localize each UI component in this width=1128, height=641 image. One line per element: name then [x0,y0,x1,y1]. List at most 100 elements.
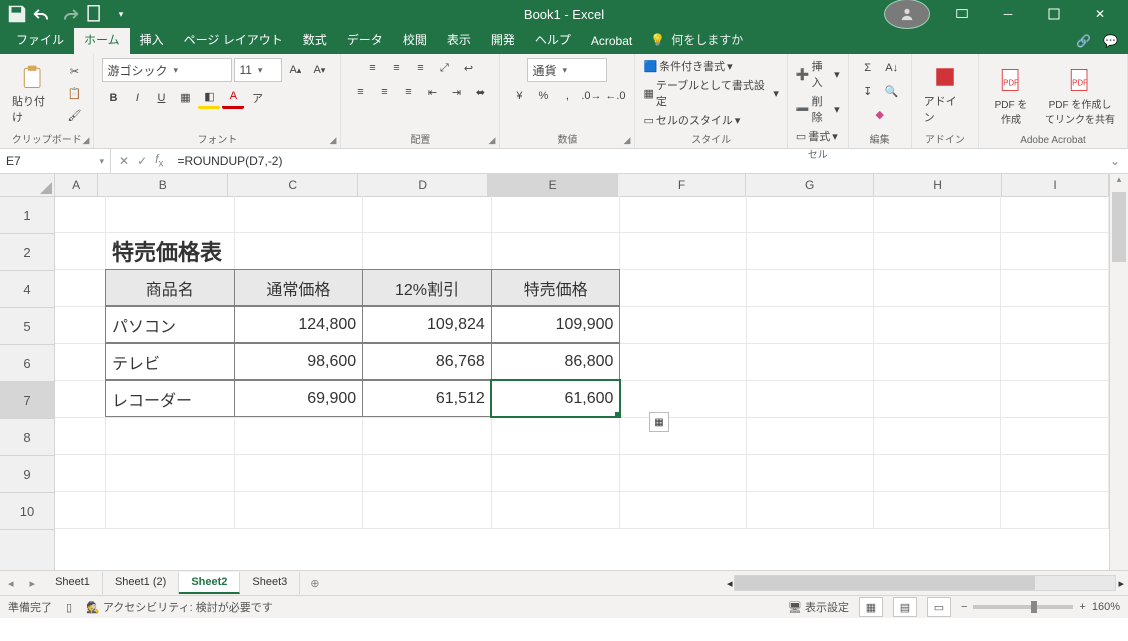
align-left-icon[interactable]: ≡ [349,82,371,102]
autofill-options-icon[interactable]: ▦ [649,412,669,432]
cell[interactable]: 86,768 [362,343,492,380]
user-avatar-icon[interactable] [884,0,930,29]
col-header-C[interactable]: C [228,174,358,196]
tab-data[interactable]: データ [337,26,393,54]
pdf-create-button[interactable]: PDFPDF を作成 [987,64,1035,128]
format-cells-button[interactable]: ▭書式 ▾ [796,128,838,144]
fill-color-icon[interactable]: ◧ [198,86,220,109]
macro-record-icon[interactable]: ▯ [66,601,72,614]
col-header-G[interactable]: G [746,174,874,196]
row-header-4[interactable]: 4 [0,271,54,308]
addin-button[interactable]: アドイン [920,61,970,127]
increase-decimal-icon[interactable]: .0→ [580,86,602,106]
close-button[interactable]: ✕ [1078,0,1122,28]
sheet-nav-next-icon[interactable]: ▸ [22,577,44,590]
fx-icon[interactable]: fx [155,152,163,169]
clipboard-launcher-icon[interactable]: ◢ [83,135,90,146]
sheet-tab[interactable]: Sheet3 [240,572,300,594]
redo-icon[interactable] [58,3,80,25]
tab-file[interactable]: ファイル [6,26,74,54]
font-color-icon[interactable]: A [222,86,244,109]
cell[interactable]: 69,900 [234,380,364,417]
clear-icon[interactable]: ◆ [869,104,891,124]
cell[interactable]: 98,600 [234,343,364,380]
bold-button[interactable]: B [102,88,124,108]
ribbon-display-icon[interactable] [940,0,984,28]
formula-input[interactable]: =ROUNDUP(D7,-2) [171,154,1101,168]
accessibility-status[interactable]: 🕵 アクセシビリティ: 検討が必要です [86,599,273,615]
align-bottom-icon[interactable]: ≡ [409,58,431,78]
horizontal-scrollbar[interactable] [734,575,1116,591]
sheet-tab[interactable]: Sheet2 [179,572,240,594]
tab-home[interactable]: ホーム [74,26,130,54]
align-right-icon[interactable]: ≡ [397,82,419,102]
tab-acrobat[interactable]: Acrobat [581,29,642,54]
cell[interactable]: 124,800 [234,306,364,343]
row-header-8[interactable]: 8 [0,419,54,456]
hscroll-right-icon[interactable]: ▸ [1118,577,1124,590]
col-header-E[interactable]: E [488,174,618,196]
cell[interactable]: パソコン [105,306,235,343]
number-launcher-icon[interactable]: ◢ [624,135,631,146]
cell[interactable]: 109,824 [362,306,492,343]
view-layout-icon[interactable]: ▤ [893,597,917,617]
vertical-scrollbar[interactable]: ▴ [1109,174,1128,570]
sheet-tab[interactable]: Sheet1 [43,572,103,594]
cell[interactable]: 109,900 [491,306,621,343]
minimize-button[interactable]: ─ [986,0,1030,28]
tab-layout[interactable]: ページ レイアウト [174,26,293,54]
phonetic-icon[interactable]: ア [246,88,268,108]
increase-font-icon[interactable]: A▴ [284,60,306,80]
sheet-tab[interactable]: Sheet1 (2) [103,572,179,594]
new-icon[interactable] [84,3,106,25]
indent-dec-icon[interactable]: ⇤ [421,82,443,102]
find-icon[interactable]: 🔍 [881,81,903,101]
cell[interactable]: 86,800 [491,343,621,380]
sheet-nav-prev-icon[interactable]: ◂ [0,577,22,590]
enter-formula-icon[interactable]: ✓ [137,154,147,168]
font-name-combo[interactable]: 游ゴシック▾ [102,58,232,82]
hscroll-thumb[interactable] [735,576,1035,590]
row-header-10[interactable]: 10 [0,493,54,530]
comma-icon[interactable]: , [556,86,578,106]
cell[interactable]: レコーダー [105,380,235,417]
row-header-9[interactable]: 9 [0,456,54,493]
sort-filter-icon[interactable]: A↓ [881,58,903,78]
share-button[interactable]: 🔗 [1076,34,1091,48]
display-settings-button[interactable]: 🖥 表示設定 [788,599,849,615]
new-sheet-button[interactable]: ⊕ [300,577,329,590]
autosum-icon[interactable]: Σ [857,58,879,78]
name-box[interactable]: E7▾ [0,149,111,173]
comments-button[interactable]: 💬 [1103,34,1118,48]
view-normal-icon[interactable]: ▦ [859,597,883,617]
font-launcher-icon[interactable]: ◢ [330,135,337,146]
indent-inc-icon[interactable]: ⇥ [445,82,467,102]
paste-button[interactable]: 貼り付け [8,61,57,127]
tab-view[interactable]: 表示 [437,26,481,54]
align-center-icon[interactable]: ≡ [373,82,395,102]
view-pagebreak-icon[interactable]: ▭ [927,597,951,617]
format-as-table-button[interactable]: ▦テーブルとして書式設定 ▾ [643,77,778,109]
cell[interactable]: 61,512 [362,380,492,417]
wrap-text-icon[interactable]: ↩ [457,58,479,78]
qat-dropdown-icon[interactable]: ▾ [110,3,132,25]
zoom-out-button[interactable]: − [961,601,967,613]
font-size-combo[interactable]: 11▾ [234,58,282,82]
tab-insert[interactable]: 挿入 [130,26,174,54]
cell[interactable]: テレビ [105,343,235,380]
tab-review[interactable]: 校閲 [393,26,437,54]
decrease-decimal-icon[interactable]: ←.0 [604,86,626,106]
save-icon[interactable] [6,3,28,25]
underline-button[interactable]: U [150,88,172,108]
row-header-5[interactable]: 5 [0,308,54,345]
fill-icon[interactable]: ↧ [857,81,879,101]
col-header-H[interactable]: H [874,174,1002,196]
row-header-1[interactable]: 1 [0,197,54,234]
vscroll-thumb[interactable] [1112,192,1126,262]
merge-icon[interactable]: ⬌ [469,82,491,102]
cell[interactable]: 61,600 [491,380,621,417]
orientation-icon[interactable]: ⤢ [433,58,455,78]
tab-help[interactable]: ヘルプ [525,26,581,54]
align-top-icon[interactable]: ≡ [361,58,383,78]
percent-icon[interactable]: % [532,86,554,106]
